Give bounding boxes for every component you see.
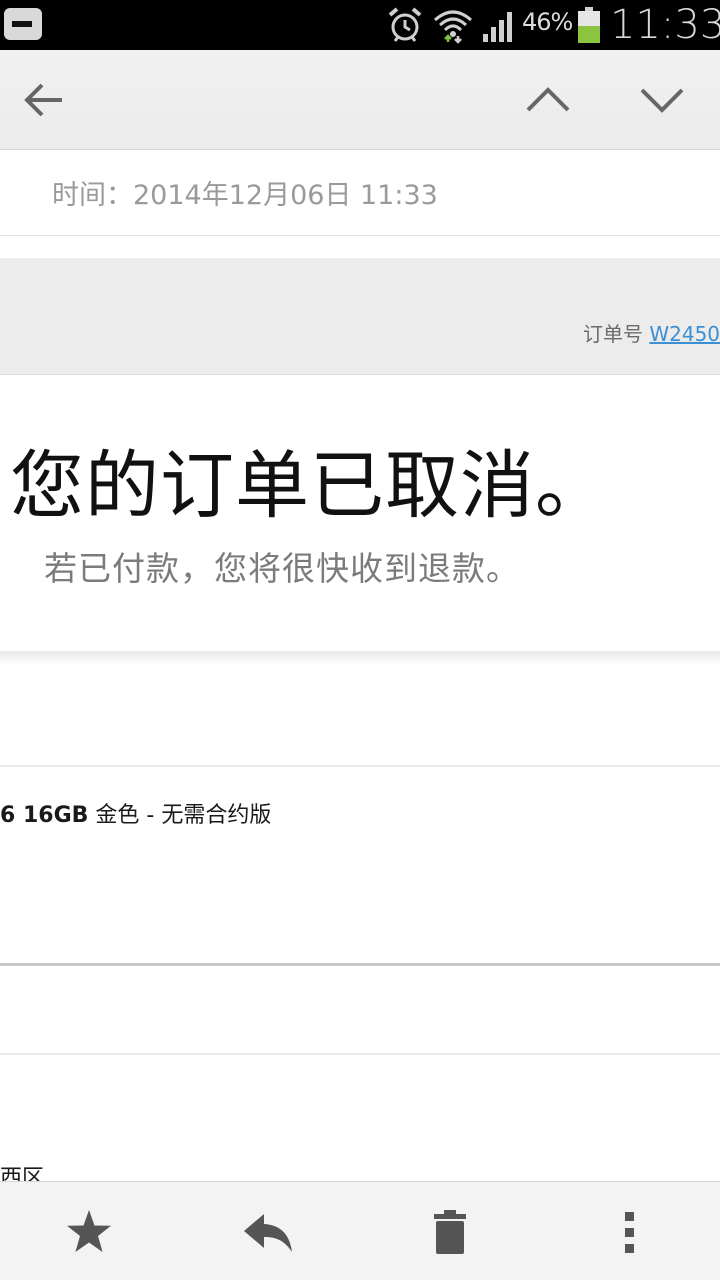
divider: [0, 963, 720, 966]
order-number-link[interactable]: W2450: [649, 322, 720, 346]
message-body[interactable]: 时间：2014年12月06日 11:33 订单号 W2450 您的订单已取消。 …: [0, 151, 720, 1181]
message-time: 时间：2014年12月06日 11:33: [52, 180, 438, 211]
more-vert-icon[interactable]: [604, 1206, 656, 1258]
message-app-bar: [0, 50, 720, 150]
product-name: 6 16GB 金色 - 无需合约版: [0, 797, 271, 829]
status-clock: 11:33: [610, 2, 720, 48]
battery-icon: [578, 7, 600, 43]
address-text: 西区: [0, 1166, 45, 1181]
reply-icon[interactable]: [242, 1206, 294, 1258]
divider: [0, 765, 720, 767]
order-cancelled-heading: 您的订单已取消。: [10, 443, 610, 529]
chevron-up-icon[interactable]: [522, 74, 574, 126]
product-variant: 金色 - 无需合约版: [88, 803, 272, 828]
message-time-row: 时间：2014年12月06日 11:33: [0, 151, 720, 236]
chevron-down-icon[interactable]: [636, 74, 688, 126]
order-number-label: 订单号: [583, 322, 650, 346]
order-band: 订单号 W2450: [0, 258, 720, 375]
section-divider: [0, 651, 720, 665]
status-bar: 46% 11:33: [0, 0, 720, 50]
divider: [0, 1053, 720, 1055]
trash-icon[interactable]: [424, 1206, 476, 1258]
notification-minus-icon: [4, 8, 42, 40]
back-arrow-icon[interactable]: [18, 74, 70, 126]
refund-notice: 若已付款，您将很快收到退款。: [44, 549, 520, 588]
product-model: 6 16GB: [0, 803, 89, 828]
cell-signal-icon: [483, 12, 512, 42]
order-number-line: 订单号 W2450: [583, 318, 720, 347]
alarm-clock-icon: [388, 7, 422, 42]
star-icon[interactable]: [63, 1206, 115, 1258]
battery-percent: 46%: [522, 8, 573, 36]
message-action-bar: [0, 1181, 720, 1280]
wifi-icon: [434, 10, 472, 44]
